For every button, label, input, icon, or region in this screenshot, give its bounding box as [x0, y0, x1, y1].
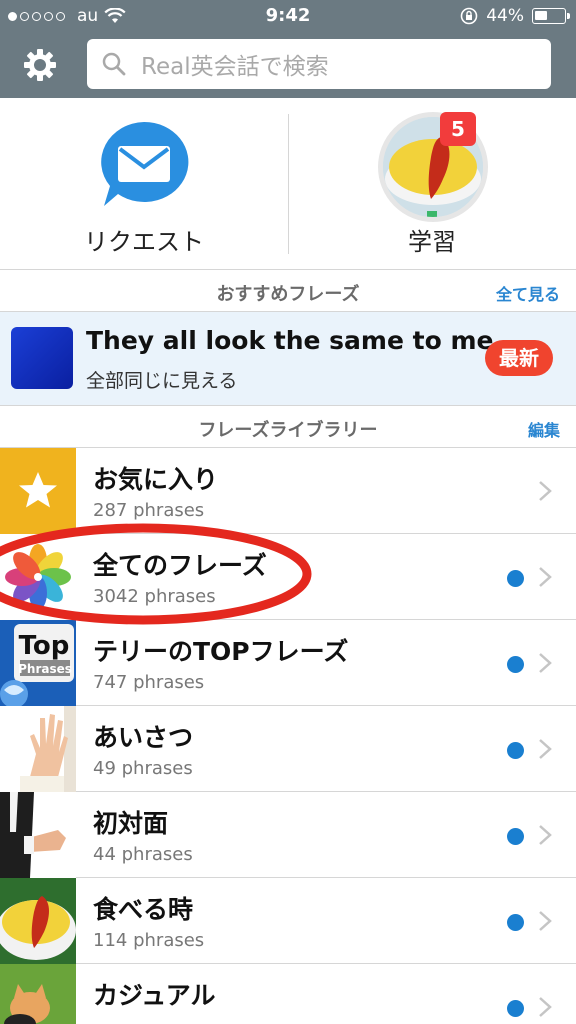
search-placeholder: Real英会話で検索	[141, 54, 329, 80]
edit-link[interactable]: 編集	[528, 417, 560, 441]
library-list: お気に入り 287 phrases 全てのフレーズ 3042 phrases T…	[0, 448, 576, 1024]
top-phrases-icon: Top Phrases	[0, 620, 76, 706]
list-item-count: 287 phrases	[93, 500, 205, 521]
list-item[interactable]: 全てのフレーズ 3042 phrases	[0, 534, 576, 620]
unread-dot	[507, 656, 524, 673]
unread-dot	[507, 914, 524, 931]
list-item-count: 49 phrases	[93, 758, 193, 779]
chevron-right-icon	[539, 825, 552, 845]
mail-icon	[101, 121, 189, 206]
status-right: 44%	[460, 6, 570, 26]
waving-hand-photo	[0, 706, 76, 792]
chevron-right-icon	[539, 481, 552, 501]
featured-phrase-row[interactable]: They all look the same to me. 全部同じに見える 最…	[0, 312, 576, 406]
study-button[interactable]: 5 学習	[288, 98, 576, 270]
star-icon	[0, 448, 76, 534]
new-badge: 最新	[485, 340, 553, 376]
chevron-right-icon	[539, 739, 552, 759]
list-item-count: 3042 phrases	[93, 586, 216, 607]
list-item[interactable]: あいさつ 49 phrases	[0, 706, 576, 792]
phrase-japanese: 全部同じに見える	[86, 370, 238, 392]
library-header: フレーズライブラリー 編集	[0, 406, 576, 448]
handshake-photo	[0, 792, 76, 878]
list-item[interactable]: 初対面 44 phrases	[0, 792, 576, 878]
list-item-title: あいさつ	[93, 723, 194, 752]
unread-dot	[507, 570, 524, 587]
unread-dot	[507, 828, 524, 845]
app-screen: au 9:42 44% Real英会話で検索 リクエスト 5 学習 おすすめフレ…	[0, 0, 576, 1024]
list-item[interactable]: Top Phrases テリーのTOPフレーズ 747 phrases	[0, 620, 576, 706]
request-button[interactable]: リクエスト	[0, 98, 288, 270]
top-actions: リクエスト 5 学習	[0, 98, 576, 270]
color-petal-icon	[0, 534, 76, 620]
list-item-count: 114 phrases	[93, 930, 205, 951]
see-all-link[interactable]: 全て見る	[496, 281, 560, 305]
list-item-title: 初対面	[93, 809, 169, 838]
chevron-right-icon	[539, 911, 552, 931]
list-item-title: 全てのフレーズ	[93, 551, 267, 580]
status-bar: au 9:42 44%	[0, 0, 576, 32]
list-item[interactable]: カジュアル	[0, 964, 576, 1024]
list-item[interactable]: お気に入り 287 phrases	[0, 448, 576, 534]
list-item-count: 747 phrases	[93, 672, 205, 693]
study-count-badge: 5	[440, 112, 476, 146]
orientation-lock-icon	[460, 7, 478, 25]
recommended-title: おすすめフレーズ	[216, 284, 360, 305]
cat-photo	[0, 964, 76, 1024]
battery-percent: 44%	[486, 6, 524, 26]
phrase-english: They all look the same to me.	[86, 326, 503, 355]
list-item-title: カジュアル	[93, 981, 216, 1010]
omelette-photo	[0, 878, 76, 964]
chevron-right-icon	[539, 567, 552, 587]
search-icon	[102, 52, 126, 76]
study-label: 学習	[408, 228, 456, 256]
list-item-title: 食べる時	[93, 895, 194, 924]
list-item-title: お気に入り	[93, 465, 219, 494]
unread-dot	[507, 1000, 524, 1017]
list-item-count: 44 phrases	[93, 844, 193, 865]
battery-icon	[532, 8, 570, 24]
library-title: フレーズライブラリー	[198, 420, 378, 441]
chevron-right-icon	[539, 997, 552, 1017]
phrases-text: Phrases	[18, 662, 72, 676]
list-item-title: テリーのTOPフレーズ	[93, 637, 349, 666]
recommended-header: おすすめフレーズ 全て見る	[0, 270, 576, 312]
unread-dot	[507, 742, 524, 759]
search-input[interactable]: Real英会話で検索	[87, 39, 551, 89]
list-item[interactable]: 食べる時 114 phrases	[0, 878, 576, 964]
top-text: Top	[19, 631, 70, 661]
gear-icon[interactable]	[22, 47, 58, 83]
nav-bar: Real英会話で検索	[0, 32, 576, 98]
chevron-right-icon	[539, 653, 552, 673]
request-label: リクエスト	[84, 228, 204, 256]
phrase-thumbnail	[11, 327, 73, 389]
